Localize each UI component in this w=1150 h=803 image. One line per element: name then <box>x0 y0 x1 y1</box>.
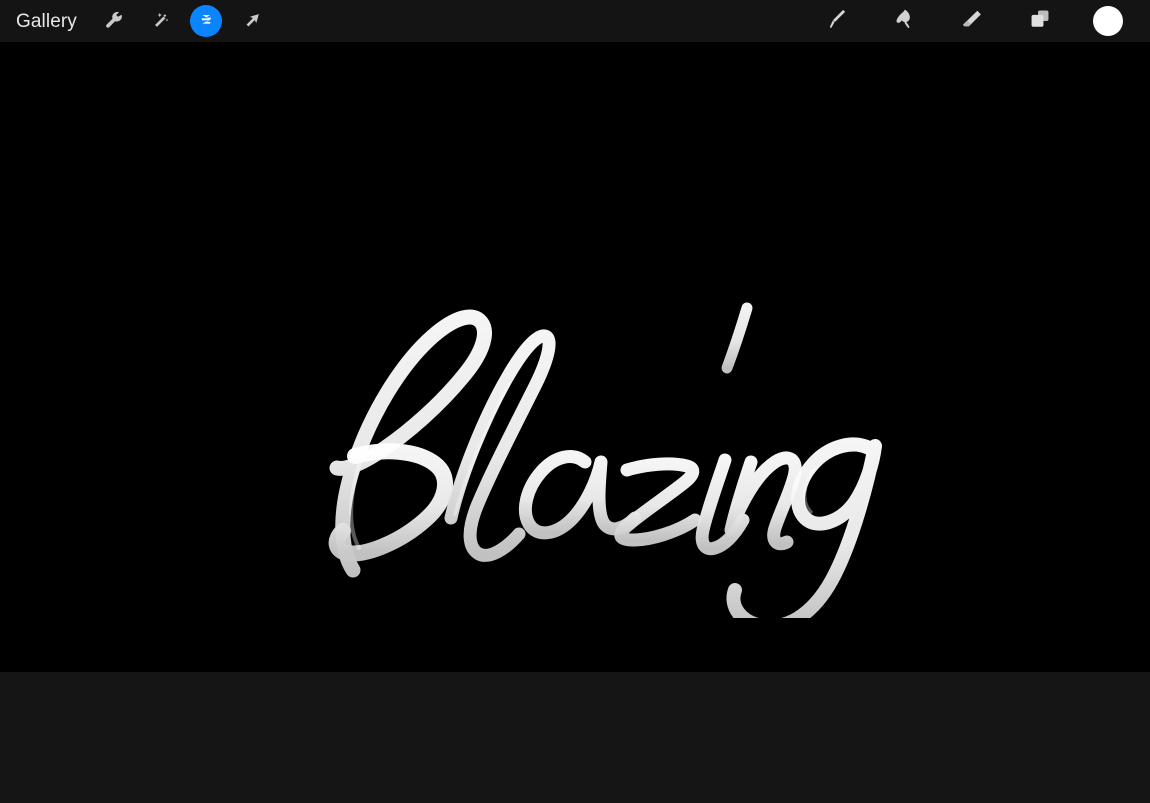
paint-tool-button[interactable] <box>802 0 870 43</box>
smudge-icon <box>891 6 917 37</box>
wrench-icon <box>103 10 125 32</box>
color-swatch <box>1093 6 1123 36</box>
top-toolbar: Gallery <box>0 0 1150 43</box>
color-swatch-button[interactable] <box>1074 0 1142 43</box>
drawing-canvas[interactable] <box>0 43 1150 672</box>
adjustments-tool-button[interactable] <box>137 0 183 43</box>
eraser-icon <box>959 6 985 37</box>
erase-tool-button[interactable] <box>938 0 1006 43</box>
selection-options-panel: Automatic Freehand Rectangle Ellipse Add <box>0 672 1150 803</box>
top-toolbar-left-group: Gallery <box>0 0 275 43</box>
selection-tool-button[interactable] <box>183 0 229 43</box>
layers-icon <box>1027 6 1053 37</box>
gallery-button[interactable]: Gallery <box>0 0 91 43</box>
layers-tool-button[interactable] <box>1006 0 1074 43</box>
smudge-tool-button[interactable] <box>870 0 938 43</box>
top-toolbar-right-group <box>802 0 1150 43</box>
arrow-cursor-icon <box>241 10 263 32</box>
artwork-blazing-lettering <box>255 218 895 618</box>
magic-wand-icon <box>149 10 171 32</box>
actions-tool-button[interactable] <box>91 0 137 43</box>
selection-s-icon <box>195 10 217 32</box>
procreate-app-window: Gallery <box>0 0 1150 803</box>
transform-tool-button[interactable] <box>229 0 275 43</box>
paintbrush-icon <box>823 6 849 37</box>
